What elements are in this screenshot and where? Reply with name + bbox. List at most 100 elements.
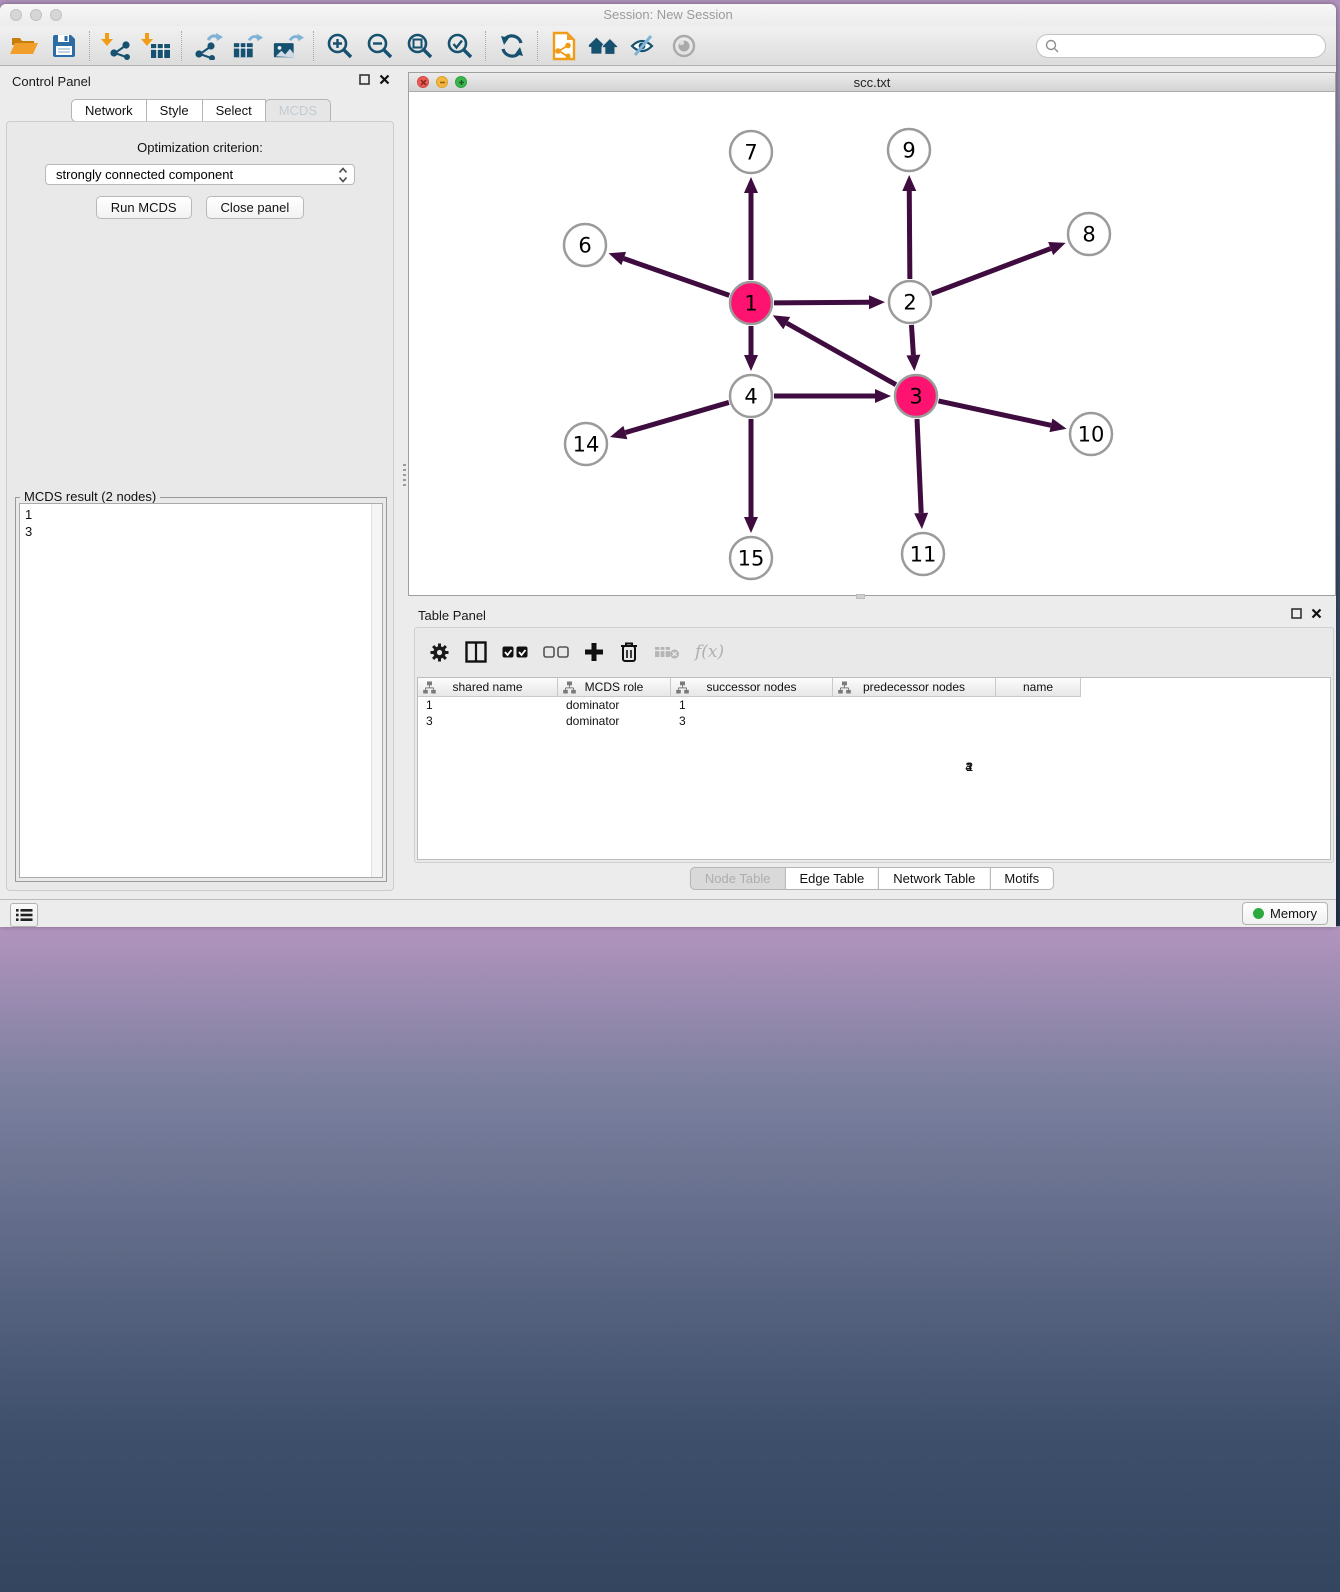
optimization-criterion-select[interactable]: strongly connected component	[45, 164, 355, 185]
window-splitter-handle[interactable]	[856, 594, 865, 599]
graph-node-4[interactable]: 4	[730, 375, 772, 417]
select-all-columns-icon[interactable]	[502, 639, 528, 665]
open-session-icon[interactable]	[8, 31, 40, 61]
graph-node-9[interactable]: 9	[888, 129, 930, 171]
delete-table-icon	[654, 639, 680, 665]
refresh-icon[interactable]	[496, 31, 528, 61]
svg-text:3: 3	[909, 385, 922, 409]
network-from-file-icon[interactable]	[548, 31, 580, 61]
memory-status-icon	[1253, 908, 1264, 919]
hide-glasses-icon[interactable]	[628, 31, 660, 61]
graph-edge-arrow-4-14	[610, 426, 627, 439]
close-panel-icon[interactable]	[379, 74, 390, 85]
svg-text:15: 15	[738, 547, 765, 571]
network-window-titlebar: scc.txt	[409, 73, 1335, 92]
graph-node-11[interactable]: 11	[902, 533, 944, 575]
svg-text:8: 8	[1082, 223, 1095, 247]
function-builder-icon: f(x)	[695, 639, 724, 665]
home-icon[interactable]	[588, 31, 620, 61]
zoom-selected-icon[interactable]	[444, 31, 476, 61]
graph-node-1[interactable]: 1	[730, 282, 772, 324]
column-header-shared-name[interactable]: shared name	[418, 678, 558, 697]
result-scrollbar[interactable]	[371, 504, 382, 877]
tab-node-table[interactable]: Node Table	[690, 867, 786, 890]
graph-edge-2-3[interactable]	[911, 325, 913, 355]
tab-style[interactable]: Style	[146, 99, 203, 122]
float-panel-icon[interactable]	[359, 74, 370, 85]
memory-button[interactable]: Memory	[1242, 902, 1328, 925]
close-panel-button[interactable]: Close panel	[206, 196, 305, 219]
graph-edge-4-14[interactable]	[625, 402, 729, 432]
table-row-1[interactable]: 3dominator323	[418, 713, 1330, 729]
criterion-value: strongly connected component	[56, 167, 233, 182]
graph-edge-1-2[interactable]	[774, 302, 869, 303]
zoom-fit-icon[interactable]	[404, 31, 436, 61]
create-column-icon[interactable]	[584, 639, 604, 665]
zoom-out-icon[interactable]	[364, 31, 396, 61]
network-canvas[interactable]: 7 9 6 8 1 2 4 3 14 10 15 11	[409, 92, 1335, 595]
cell-mcds-role[interactable]: dominator	[558, 697, 671, 713]
eye-icon[interactable]	[668, 31, 700, 61]
graph-node-10[interactable]: 10	[1070, 413, 1112, 455]
graph-node-14[interactable]: 14	[565, 423, 607, 465]
search-input[interactable]	[1064, 36, 1325, 56]
graph-edge-3-10[interactable]	[938, 401, 1050, 425]
graph-node-15[interactable]: 15	[730, 537, 772, 579]
cell-name[interactable]: 3	[671, 713, 756, 729]
table-row-0[interactable]: 1dominator411	[418, 697, 1330, 713]
column-header-name[interactable]: name	[996, 678, 1081, 697]
column-header-mcds-role[interactable]: MCDS role	[558, 678, 671, 697]
tab-network[interactable]: Network	[71, 99, 147, 122]
graph-edge-1-6[interactable]	[624, 259, 730, 296]
tab-mcds[interactable]: MCDS	[265, 99, 331, 122]
export-network-icon[interactable]	[192, 31, 224, 61]
show-panels-button[interactable]	[10, 903, 38, 927]
deselect-all-columns-icon[interactable]	[543, 639, 569, 665]
export-image-icon[interactable]	[272, 31, 304, 61]
network-window-title: scc.txt	[409, 75, 1335, 90]
tab-edge-table[interactable]: Edge Table	[784, 867, 879, 890]
cell-shared-name[interactable]: 3	[418, 713, 558, 729]
fx-label: f(x)	[695, 642, 724, 662]
float-table-panel-icon[interactable]	[1291, 608, 1302, 619]
graph-node-2[interactable]: 2	[889, 281, 931, 323]
graph-node-6[interactable]: 6	[564, 224, 606, 266]
table-tabs: Node TableEdge TableNetwork TableMotifs	[690, 867, 1054, 890]
column-header-predecessor-nodes[interactable]: predecessor nodes	[833, 678, 996, 697]
show-column-panel-icon[interactable]	[465, 639, 487, 665]
graph-edge-arrow-4-3	[875, 389, 891, 403]
mcds-result-textarea[interactable]: 1 3	[19, 503, 383, 878]
delete-column-icon[interactable]	[619, 639, 639, 665]
graph-node-3[interactable]: 3	[895, 375, 937, 417]
graph-edge-arrow-2-9	[902, 175, 916, 191]
tab-motifs[interactable]: Motifs	[989, 867, 1054, 890]
close-table-panel-icon[interactable]	[1311, 608, 1322, 619]
column-header-successor-nodes[interactable]: successor nodes	[671, 678, 833, 697]
table-rows: 1dominator4113dominator323	[418, 697, 1330, 729]
column-type-icon	[838, 681, 851, 697]
graph-edge-3-1[interactable]	[787, 323, 896, 385]
run-mcds-button[interactable]: Run MCDS	[96, 196, 192, 219]
zoom-in-icon[interactable]	[324, 31, 356, 61]
svg-text:2: 2	[903, 291, 916, 315]
cell-name[interactable]: 1	[671, 697, 756, 713]
table-settings-gear-icon[interactable]	[429, 639, 450, 665]
graph-node-7[interactable]: 7	[730, 131, 772, 173]
graph-edge-3-11[interactable]	[917, 419, 921, 513]
cell-shared-name[interactable]: 1	[418, 697, 558, 713]
tab-select[interactable]: Select	[202, 99, 266, 122]
column-header-label: name	[1023, 680, 1053, 694]
cell-mcds-role[interactable]: dominator	[558, 713, 671, 729]
svg-text:4: 4	[744, 385, 757, 409]
tab-network-table[interactable]: Network Table	[878, 867, 990, 890]
control-panel-title: Control Panel	[12, 74, 91, 89]
graph-edge-2-9[interactable]	[909, 191, 910, 279]
graph-edge-2-8[interactable]	[932, 249, 1051, 294]
search-field[interactable]	[1036, 34, 1326, 58]
save-session-icon[interactable]	[48, 31, 80, 61]
export-table-icon[interactable]	[232, 31, 264, 61]
status-bar: Memory	[0, 899, 1336, 927]
import-network-icon[interactable]	[100, 31, 132, 61]
graph-node-8[interactable]: 8	[1068, 213, 1110, 255]
import-table-icon[interactable]	[140, 31, 172, 61]
